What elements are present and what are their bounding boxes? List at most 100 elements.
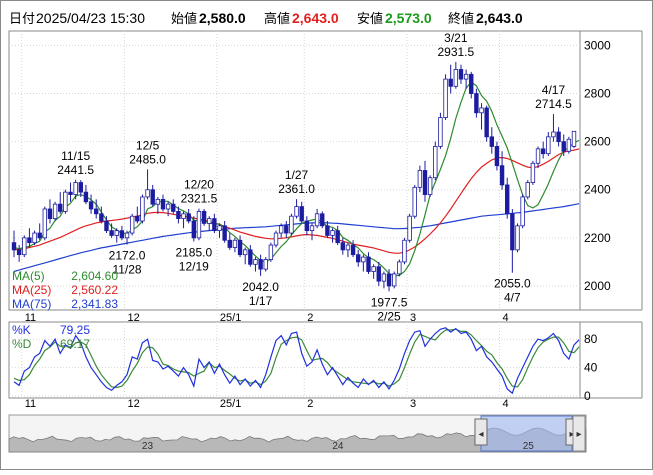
annotation-date: 4/7	[504, 291, 521, 305]
legend-label: %K	[12, 323, 31, 337]
candle-up	[427, 177, 433, 195]
candle-up	[73, 182, 78, 195]
candle-down	[325, 225, 330, 236]
legend-label: %D	[12, 337, 32, 351]
legend-label: MA(75)	[12, 297, 51, 311]
candle-up	[309, 225, 315, 232]
price-tick-label: 2400	[584, 183, 611, 197]
candle-up	[242, 249, 248, 256]
navigator-year-label: 23	[142, 441, 154, 452]
candle-up	[566, 138, 572, 152]
annotation-date: 3/21	[444, 31, 468, 45]
price-tick-label: 2200	[584, 231, 611, 245]
legend-value: 69.17	[60, 337, 90, 351]
stochastic-tick-label: 40	[584, 361, 598, 375]
candle-up	[463, 73, 469, 80]
open-value: 2,580.0	[199, 10, 246, 26]
candle-down	[104, 220, 109, 232]
annotation-date: 12/20	[184, 178, 214, 192]
candle-up	[443, 78, 448, 118]
annotation-date: 12/19	[179, 259, 209, 273]
candle-down	[489, 136, 494, 147]
candle-up	[417, 170, 423, 188]
candle-down	[212, 218, 217, 232]
month-tick-label: 12	[127, 398, 139, 410]
candle-up	[207, 218, 212, 224]
price-tick-label: 2000	[584, 279, 611, 293]
annotation-value: 2172.0	[109, 249, 146, 263]
candle-up	[196, 210, 202, 239]
candle-down	[356, 254, 361, 263]
candle-down	[47, 208, 53, 220]
annotation-value: 2185.0	[175, 245, 212, 259]
candle-up	[530, 162, 536, 183]
annotation-value: 2055.0	[494, 277, 531, 291]
candle-up	[129, 215, 135, 234]
legend-value: 2,604.60	[71, 269, 118, 283]
candle-down	[248, 249, 253, 265]
candle-up	[232, 239, 238, 248]
candle-up	[515, 225, 520, 251]
candle-down	[16, 249, 22, 256]
candle-down	[299, 206, 304, 222]
annotation-value: 2714.5	[535, 97, 572, 111]
candle-up	[407, 215, 412, 241]
candle-down	[27, 237, 32, 244]
navigator-year-label: 24	[332, 441, 344, 452]
candle-down	[171, 203, 176, 212]
candle-up	[124, 232, 130, 239]
candle-up	[453, 69, 459, 87]
candle-down	[350, 244, 356, 256]
candle-down	[505, 184, 510, 215]
candle-down	[510, 213, 515, 251]
candle-down	[484, 107, 489, 138]
candle-up	[140, 196, 145, 222]
candle-up	[63, 191, 68, 212]
month-tick-label: 2	[307, 398, 313, 410]
candle-down	[83, 191, 89, 203]
month-tick-label: 11	[25, 398, 36, 410]
candle-up	[525, 182, 530, 198]
candle-down	[119, 230, 125, 239]
candle-up	[181, 213, 186, 220]
candle-up	[479, 107, 484, 114]
candle-up	[551, 131, 556, 138]
stock-chart: 日付 2025/04/23 15:30 始値 2,580.0 高値 2,643.…	[0, 0, 653, 470]
candle-up	[371, 266, 376, 272]
candle-down	[561, 141, 566, 152]
annotation-date: 12/5	[136, 138, 160, 152]
candle-down	[222, 225, 227, 241]
candle-up	[535, 148, 541, 164]
candle-up	[268, 244, 274, 260]
price-tick-label: 3000	[584, 38, 611, 52]
navigator-year-label: 25	[523, 441, 535, 452]
stochastic-tick-label: 0	[584, 389, 591, 403]
candle-down	[258, 259, 263, 270]
high-label: 高値	[264, 11, 290, 26]
candle-up	[391, 273, 397, 287]
candle-up	[32, 232, 37, 244]
candle-down	[237, 239, 243, 256]
candle-down	[11, 242, 17, 251]
candle-down	[422, 170, 428, 195]
candle-up	[278, 225, 284, 234]
candle-up	[520, 196, 525, 227]
candle-up	[361, 256, 366, 263]
candle-up	[314, 213, 320, 227]
candle-up	[294, 206, 299, 217]
chevron-right-icon: ▸	[576, 429, 581, 440]
candle-down	[176, 210, 181, 220]
candle-up	[289, 215, 294, 234]
range-navigator[interactable]: ◂ ▸ ▸23 24 25	[8, 414, 587, 453]
candle-up	[52, 203, 58, 220]
candle-down	[150, 189, 155, 205]
candle-up	[42, 208, 48, 239]
annotation-date: 2/25	[377, 309, 401, 323]
candle-up	[114, 230, 119, 236]
candle-down	[109, 230, 114, 236]
price-tick-label: 2800	[584, 87, 611, 101]
stochastic-tick-label: 80	[584, 332, 598, 346]
annotation-value: 2042.0	[242, 280, 279, 294]
candle-up	[263, 259, 268, 270]
legend-label: MA(25)	[12, 283, 51, 297]
